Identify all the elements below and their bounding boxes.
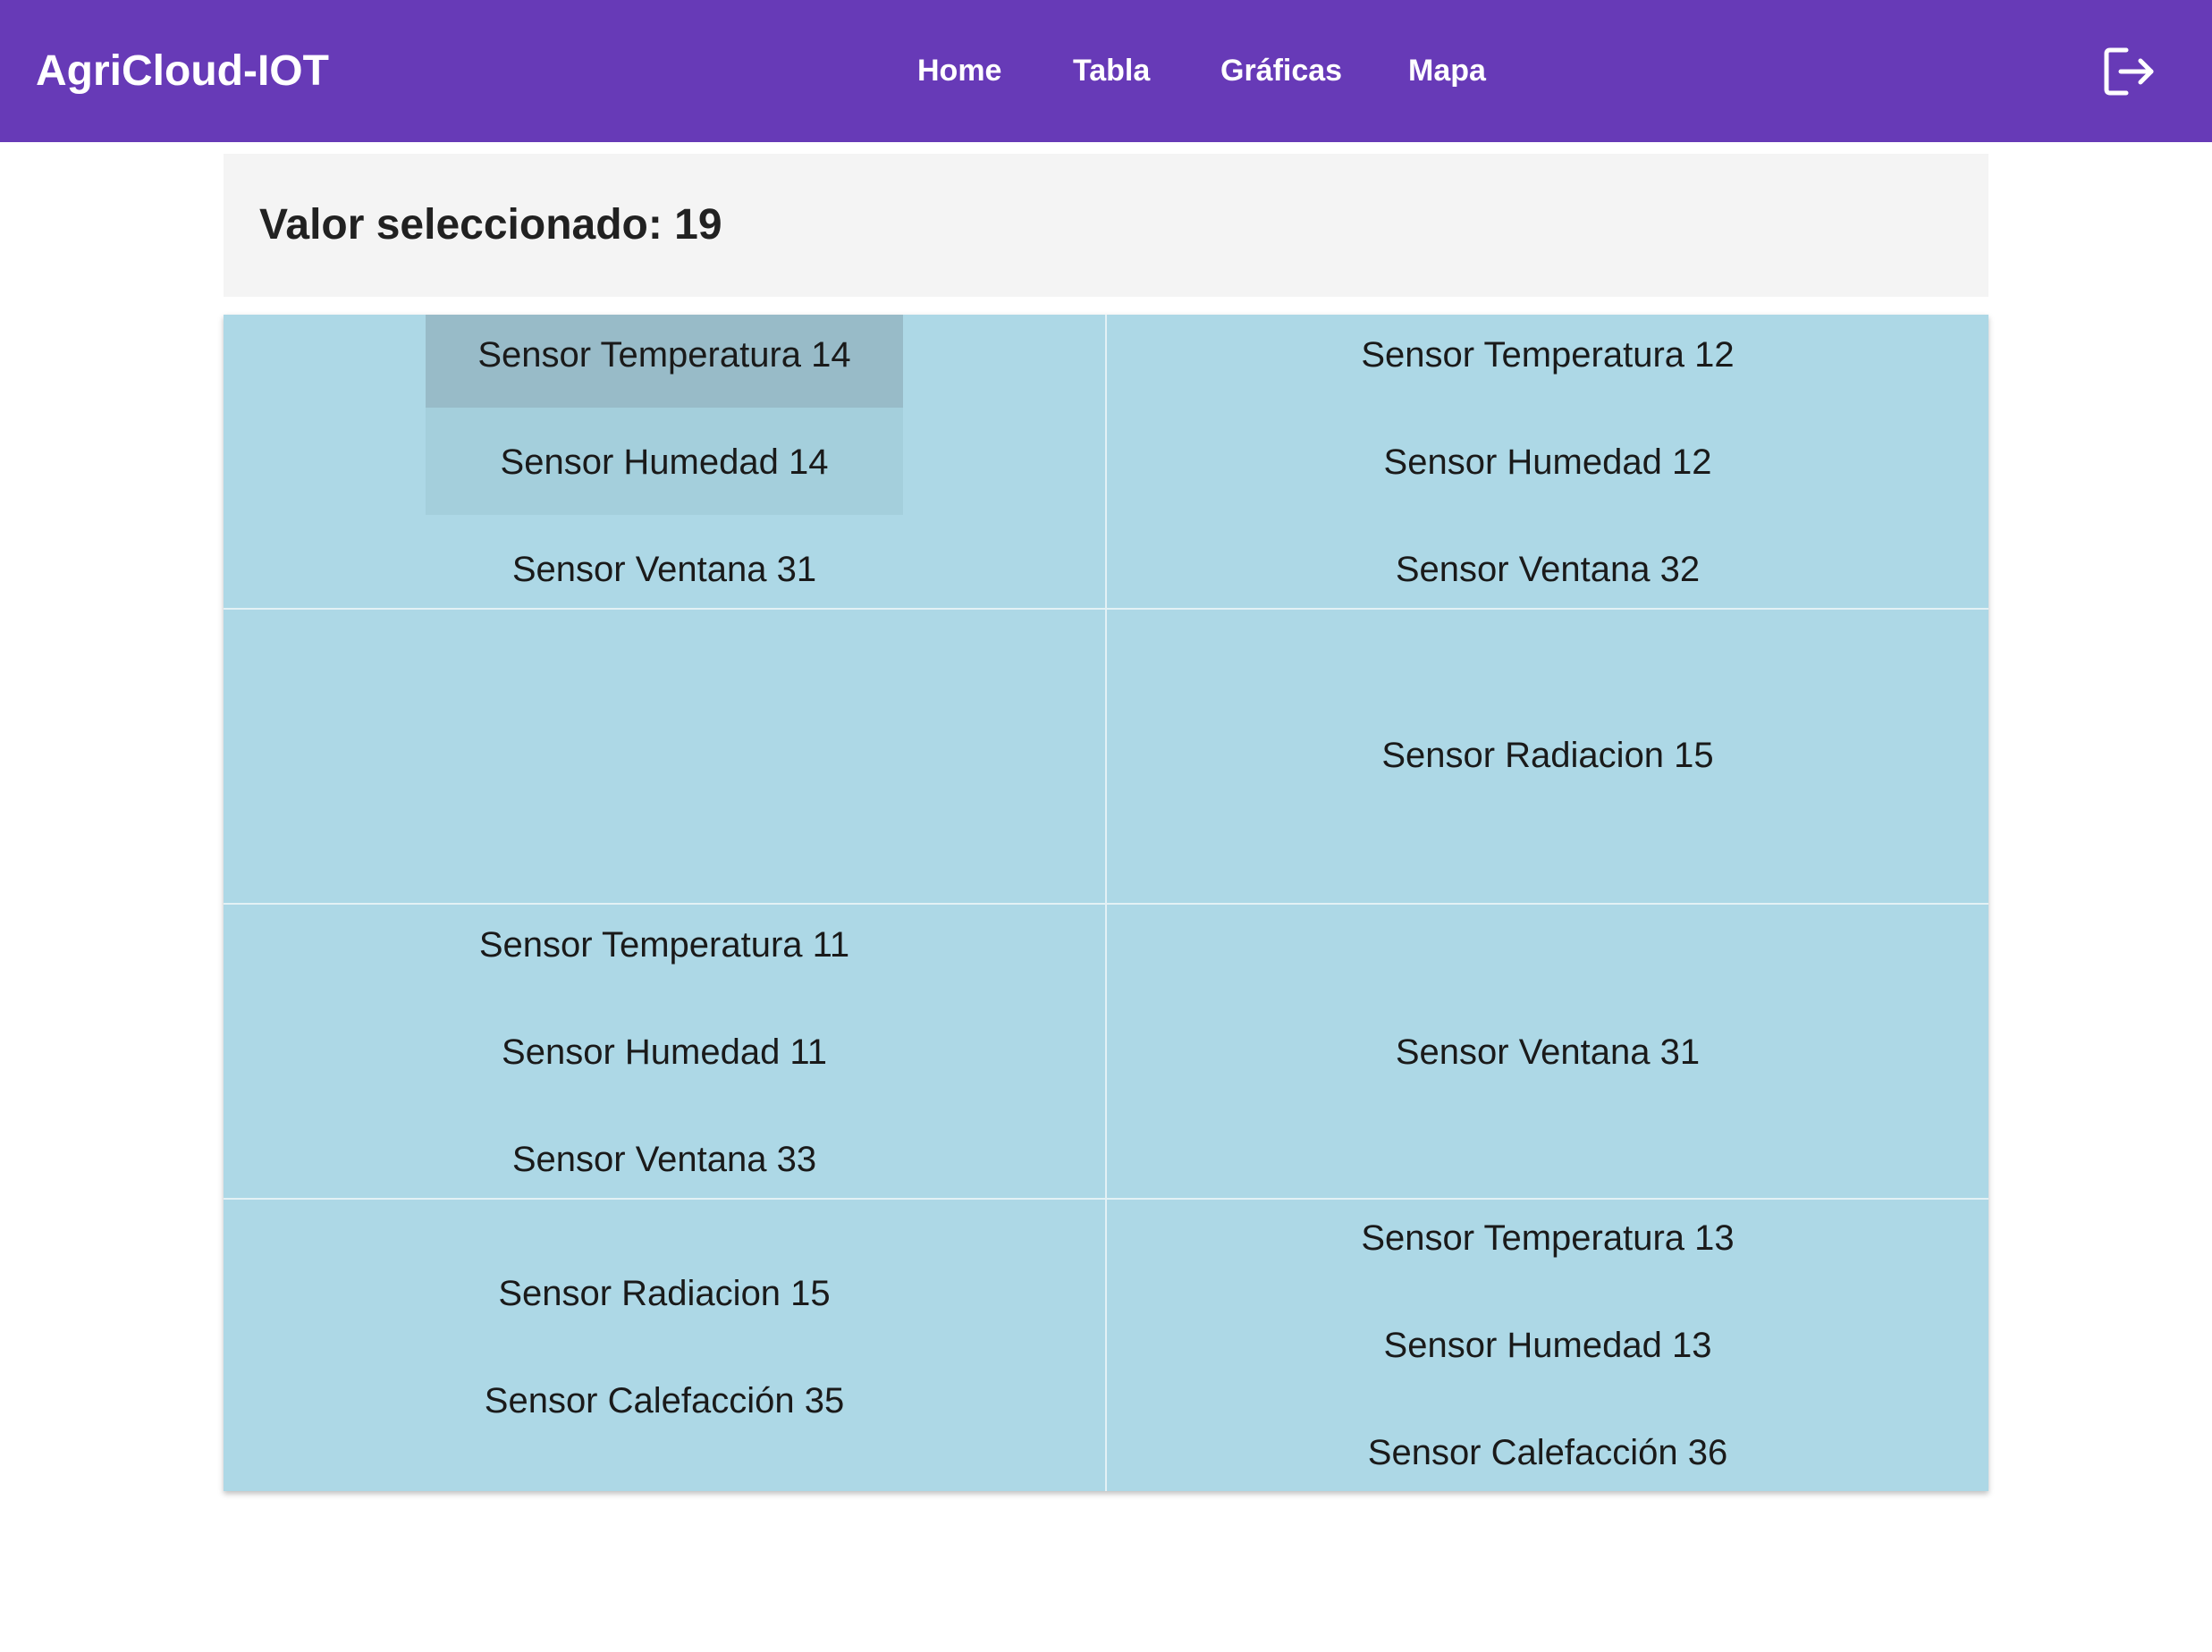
grid-row-divider (224, 608, 1988, 610)
grid-cell-1: Sensor Temperatura 14 Sensor Humedad 14 … (224, 315, 1105, 608)
sensor-item[interactable]: Sensor Temperatura 12 (1107, 315, 1988, 422)
top-toolbar: AgriCloud-IOT Home Tabla Gráficas Mapa (0, 0, 2212, 142)
grid-row-divider (224, 903, 1988, 905)
nav-mapa[interactable]: Mapa (1408, 0, 1486, 142)
sensor-item[interactable]: Sensor Radiacion 15 (1107, 715, 1988, 822)
selected-value-title: Valor seleccionado: 19 (259, 201, 722, 249)
app-title[interactable]: AgriCloud-IOT (36, 0, 329, 142)
sensor-item[interactable]: Sensor Humedad 12 (1107, 422, 1988, 529)
sensor-item[interactable]: Sensor Humedad 11 (224, 1012, 1105, 1119)
sensor-item[interactable]: Sensor Temperatura 14 (224, 315, 1105, 422)
grid-cell-5: Sensor Temperatura 11 Sensor Humedad 11 … (224, 905, 1105, 1198)
sensor-item[interactable]: Sensor Calefacción 36 (1107, 1412, 1988, 1520)
sensor-item[interactable]: Sensor Temperatura 13 (1107, 1198, 1988, 1305)
sensor-grid: Sensor Temperatura 14 Sensor Humedad 14 … (224, 315, 1988, 1491)
sensor-item[interactable]: Sensor Calefacción 35 (224, 1361, 1105, 1468)
card-divider-strip (224, 297, 1988, 315)
selected-value-card: Valor seleccionado: 19 (224, 154, 1988, 297)
sensor-item[interactable]: Sensor Temperatura 11 (224, 905, 1105, 1012)
grid-row-divider (224, 1198, 1988, 1200)
grid-cell-7: Sensor Radiacion 15 Sensor Calefacción 3… (224, 1200, 1105, 1491)
logout-icon-graphic (2104, 47, 2154, 96)
grid-cell-8: Sensor Temperatura 13 Sensor Humedad 13 … (1107, 1200, 1988, 1491)
sensor-item[interactable]: Sensor Humedad 14 (224, 422, 1105, 529)
sensor-item[interactable]: Sensor Ventana 31 (1107, 1012, 1988, 1119)
grid-cell-6: Sensor Ventana 31 (1107, 905, 1988, 1198)
sensor-item[interactable]: Sensor Radiacion 15 (224, 1253, 1105, 1361)
sensor-item[interactable]: Sensor Humedad 13 (1107, 1305, 1988, 1412)
logout-icon[interactable] (2103, 46, 2157, 97)
grid-cell-2: Sensor Temperatura 12 Sensor Humedad 12 … (1107, 315, 1988, 608)
nav-graficas[interactable]: Gráficas (1220, 0, 1342, 142)
nav-home[interactable]: Home (917, 0, 1001, 142)
grid-cell-3 (224, 610, 1105, 903)
nav-tabla[interactable]: Tabla (1073, 0, 1150, 142)
grid-cell-4: Sensor Radiacion 15 (1107, 610, 1988, 903)
